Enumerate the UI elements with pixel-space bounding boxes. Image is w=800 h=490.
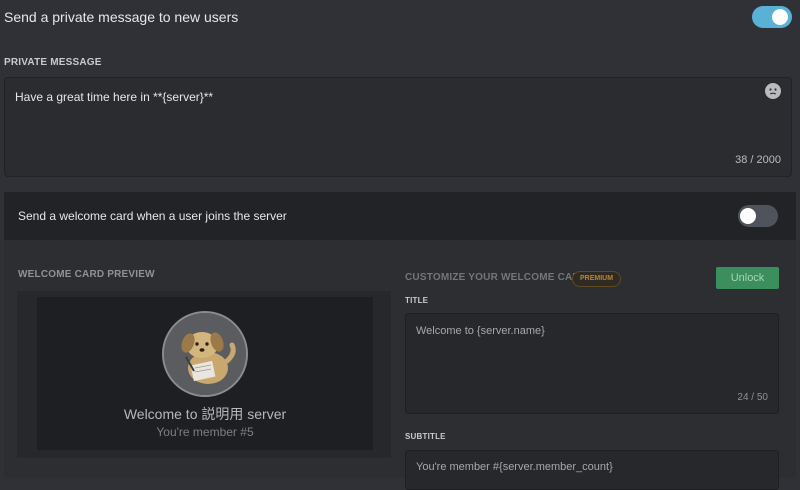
customize-section-title: CUSTOMIZE YOUR WELCOME CARD: [405, 272, 588, 283]
subtitle-value: You're member #{server.member_count}: [416, 461, 613, 473]
private-message-textarea[interactable]: Have a great time here in **{server}** 3…: [4, 77, 792, 177]
title-value: Welcome to {server.name}: [416, 325, 545, 337]
private-message-toggle[interactable]: [752, 6, 792, 28]
subtitle-input[interactable]: You're member #{server.member_count}: [405, 450, 779, 490]
welcome-card-toggle[interactable]: [738, 205, 778, 227]
unlock-button[interactable]: Unlock: [716, 267, 779, 289]
preview-member-text: You're member #5: [156, 425, 254, 439]
welcome-card-preview-title: WELCOME CARD PREVIEW: [18, 269, 155, 280]
premium-badge: PREMIUM: [572, 271, 622, 287]
toggle-knob: [772, 9, 788, 25]
title-label: TITLE: [405, 296, 429, 305]
private-message-counter: 38 / 2000: [735, 154, 781, 166]
preview-welcome-text: Welcome to 説明用 server: [123, 406, 287, 422]
avatar: [162, 311, 248, 397]
title-input[interactable]: Welcome to {server.name} 24 / 50: [405, 313, 779, 414]
welcome-card-toggle-row: Send a welcome card when a user joins th…: [4, 192, 796, 240]
private-message-text: Have a great time here in **{server}**: [15, 90, 214, 104]
emoji-icon[interactable]: [765, 83, 781, 99]
private-message-toggle-label: Send a private message to new users: [4, 9, 239, 25]
toggle-knob: [740, 208, 756, 224]
title-counter: 24 / 50: [737, 392, 768, 403]
subtitle-label: SUBTITLE: [405, 432, 446, 441]
private-message-section-title: PRIVATE MESSAGE: [4, 57, 102, 68]
welcome-card-toggle-label: Send a welcome card when a user joins th…: [18, 209, 287, 223]
